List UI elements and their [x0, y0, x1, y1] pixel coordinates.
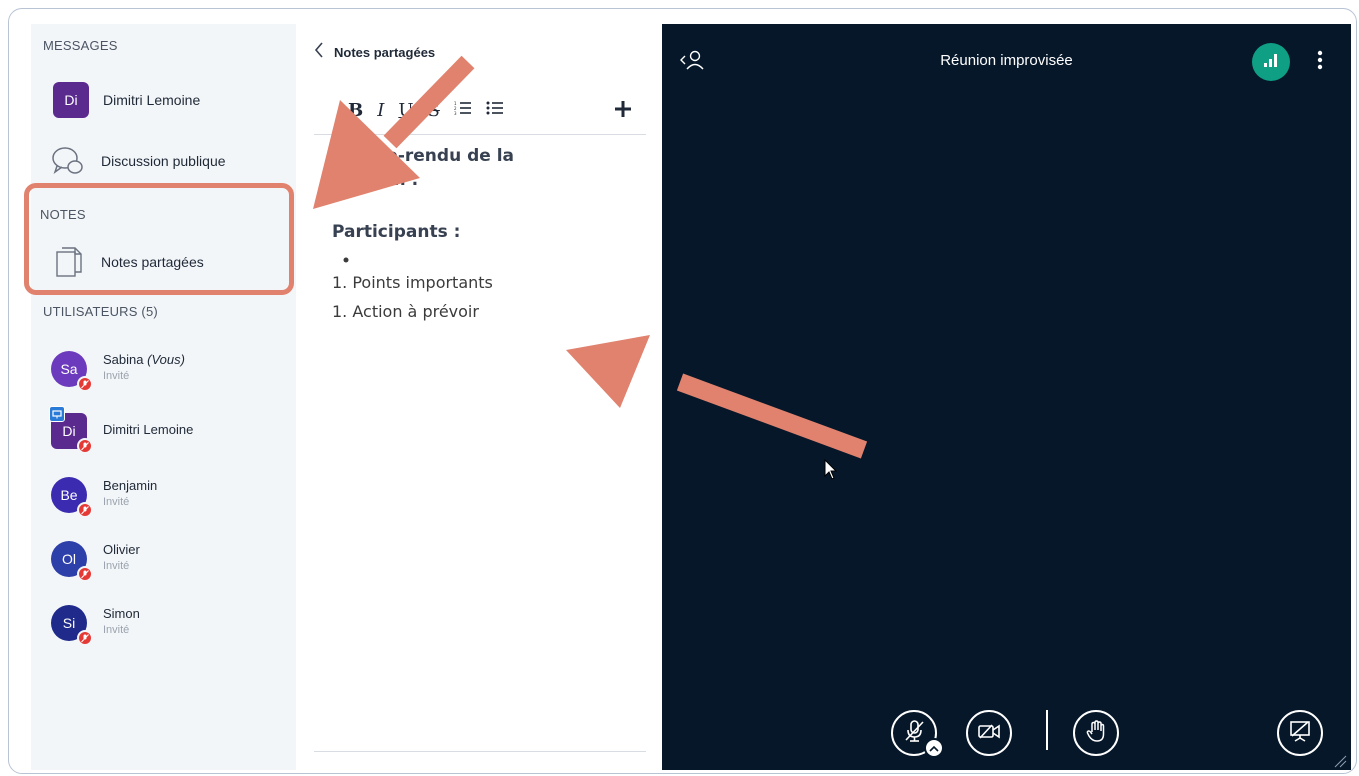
user-role: Invité [103, 624, 130, 636]
mic-off-icon [77, 566, 93, 582]
user-row[interactable]: Be Benjamin Invité [31, 470, 296, 520]
presentation-off-icon [1289, 720, 1311, 747]
audio-settings-button[interactable] [924, 738, 944, 758]
user-role: Invité [103, 496, 130, 508]
raise-hand-button[interactable] [1073, 710, 1119, 756]
doc-bullet [343, 248, 642, 268]
message-item-public-chat[interactable]: Discussion publique [31, 139, 296, 183]
user-name: Olivier [103, 542, 140, 557]
strikethrough-button[interactable]: S [428, 100, 440, 121]
underline-button[interactable]: U [398, 100, 413, 121]
notes-bottom-divider [314, 751, 646, 752]
toolbar-divider [314, 134, 646, 135]
bullet-list-icon[interactable] [486, 101, 504, 120]
meeting-title: Réunion improvisée [940, 52, 1073, 69]
user-row[interactable]: Ol Olivier Invité [31, 534, 296, 584]
chevron-left-icon [314, 42, 324, 63]
svg-text:3: 3 [454, 111, 457, 115]
presentation-button[interactable] [1277, 710, 1323, 756]
controls-divider [1046, 710, 1048, 750]
italic-button[interactable]: I [377, 100, 384, 121]
doc-list-item: 1. Points importants [332, 273, 493, 292]
doc-heading-line2: ion : [376, 170, 419, 190]
connection-status-button[interactable] [1252, 43, 1290, 81]
chevron-up-icon [929, 739, 939, 757]
user-role: Invité [103, 560, 130, 572]
user-name: Dimitri Lemoine [103, 422, 194, 437]
camera-off-icon [977, 722, 1001, 745]
notes-back-button[interactable]: Notes partagées [314, 42, 435, 63]
hand-icon [1086, 719, 1106, 747]
you-label: (Vous) [147, 352, 185, 367]
more-options-icon[interactable] [1317, 50, 1323, 75]
mic-off-icon [77, 502, 93, 518]
resize-grip-icon[interactable] [1333, 754, 1347, 773]
presenter-icon [49, 406, 65, 422]
signal-bars-icon [1263, 53, 1279, 72]
mic-off-icon [77, 376, 93, 392]
doc-list-item: 1. Action à prévoir [332, 302, 479, 321]
plus-icon[interactable] [614, 100, 632, 123]
notes-editor[interactable]: pte-rendu de la ion : Participants : 1. … [332, 144, 642, 326]
notes-title: Notes partagées [334, 45, 436, 60]
user-row[interactable]: Si Simon Invité [31, 598, 296, 648]
video-area: Réunion improvisée [662, 24, 1351, 770]
sidebar: MESSAGES Di Dimitri Lemoine Discussion p… [31, 24, 296, 770]
message-item-dimitri[interactable]: Di Dimitri Lemoine [31, 78, 296, 122]
user-role: Invité [103, 370, 130, 382]
user-name-text: Sabina [103, 352, 144, 367]
mic-off-icon [77, 438, 93, 454]
message-item-label: Discussion publique [101, 153, 226, 169]
messages-section-title: MESSAGES [43, 38, 118, 53]
user-name: Benjamin [103, 478, 158, 493]
user-name: Sabina (Vous) [103, 352, 185, 367]
mouse-cursor-icon [824, 458, 838, 486]
user-row[interactable]: Di Dimitri Lemoine [31, 406, 296, 456]
camera-button[interactable] [966, 710, 1012, 756]
doc-participants-heading: Participants : [332, 222, 461, 242]
meeting-app: MESSAGES Di Dimitri Lemoine Discussion p… [31, 24, 1351, 770]
chat-bubbles-icon [51, 145, 85, 182]
editor-toolbar: B I U S 123 [348, 100, 504, 121]
shared-notes-panel: Notes partagées B I U S 123 pte-rendu de… [296, 24, 662, 770]
users-section-title: UTILISATEURS (5) [43, 304, 158, 319]
doc-heading-line1: pte-rendu de la [366, 146, 515, 166]
user-row[interactable]: Sa Sabina (Vous) Invité [31, 344, 296, 394]
user-name: Simon [103, 606, 140, 621]
mic-off-icon [77, 630, 93, 646]
ordered-list-icon[interactable]: 123 [454, 101, 472, 120]
message-item-label: Dimitri Lemoine [103, 92, 201, 108]
bold-button[interactable]: B [348, 100, 363, 121]
avatar: Di [53, 82, 89, 118]
annotation-highlight-box [24, 183, 294, 295]
mic-off-icon [903, 719, 925, 748]
